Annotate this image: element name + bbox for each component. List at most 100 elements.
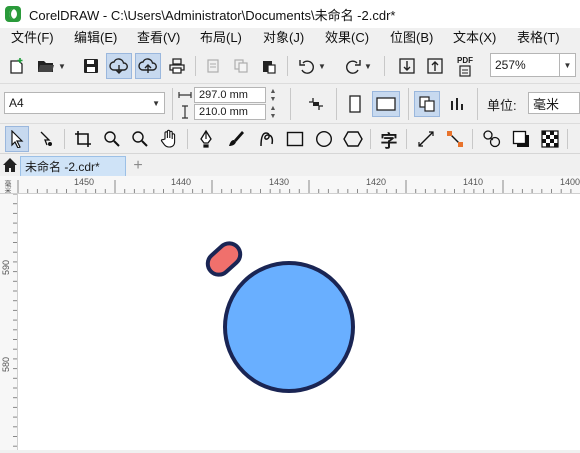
- pen-tool-button[interactable]: [193, 127, 219, 151]
- ruler-label: 1430: [269, 177, 290, 187]
- menu-file[interactable]: 文件(F): [11, 28, 54, 48]
- publish-pdf-button[interactable]: PDF: [452, 52, 478, 80]
- shape-tool-button[interactable]: [34, 127, 60, 151]
- text-tool-button[interactable]: 字: [377, 127, 401, 151]
- width-decrement-button[interactable]: ▼: [266, 95, 280, 103]
- current-page-icon: [451, 98, 463, 110]
- export-button[interactable]: [424, 54, 446, 78]
- save-button[interactable]: [80, 54, 102, 78]
- cloud-export-button[interactable]: [135, 53, 161, 79]
- print-icon: [169, 58, 185, 74]
- landscape-button[interactable]: [372, 91, 400, 117]
- canvas-artwork: [203, 239, 355, 393]
- red-pill-shape[interactable]: [203, 239, 244, 279]
- cut-button[interactable]: [202, 54, 224, 78]
- ruler-label: 1410: [463, 177, 484, 187]
- menu-bitmaps[interactable]: 位图(B): [390, 28, 433, 48]
- rectangle-tool-button[interactable]: [283, 127, 307, 151]
- welcome-screen-tab[interactable]: [0, 154, 20, 176]
- new-document-icon: [10, 58, 23, 74]
- polygon-tool-button[interactable]: [340, 127, 366, 151]
- paste-button[interactable]: [258, 54, 280, 78]
- print-button[interactable]: [165, 54, 189, 78]
- crop-icon: [75, 131, 91, 147]
- toolbar-separator: [336, 88, 337, 120]
- new-tab-button[interactable]: +: [128, 156, 148, 176]
- import-button[interactable]: [396, 54, 418, 78]
- menu-bar: 文件(F) 编辑(E) 查看(V) 布局(L) 对象(J) 效果(C) 位图(B…: [0, 28, 580, 48]
- pages-size-button[interactable]: [303, 92, 329, 116]
- all-pages-button[interactable]: [414, 91, 440, 117]
- toolbar-separator: [567, 129, 568, 149]
- blend-tool-button[interactable]: [479, 127, 505, 151]
- toolbar-separator: [477, 88, 478, 120]
- redo-button[interactable]: ▼: [340, 54, 376, 78]
- pick-tool-button[interactable]: [5, 126, 29, 152]
- checkerboard-icon: [541, 130, 559, 148]
- tab-document-label: 未命名 -2.cdr*: [25, 160, 100, 174]
- rectangle-icon: [286, 131, 304, 147]
- freehand-tool-button[interactable]: [253, 127, 279, 151]
- blue-circle-shape[interactable]: [223, 261, 355, 393]
- page-width-field[interactable]: 297.0 mm: [194, 87, 266, 103]
- toolbar-separator: [187, 129, 188, 149]
- page-height-value: 210.0 mm: [199, 106, 248, 118]
- zoom-out-tool-button[interactable]: [128, 127, 152, 151]
- transparency-tool-button[interactable]: [538, 127, 562, 151]
- zoom-tool-button[interactable]: [100, 127, 124, 151]
- drawing-canvas[interactable]: [18, 194, 580, 450]
- ruler-label: 1440: [171, 177, 192, 187]
- cut-icon: [207, 59, 219, 73]
- cloud-import-button[interactable]: [106, 53, 132, 79]
- horizontal-ruler[interactable]: 1450 1440 1430 1420 1410 1400 毫米: [0, 176, 580, 194]
- menu-layout[interactable]: 布局(L): [200, 28, 242, 48]
- open-document-button[interactable]: ▼: [34, 54, 68, 78]
- height-decrement-button[interactable]: ▼: [266, 112, 280, 120]
- ellipse-tool-button[interactable]: [312, 127, 336, 151]
- parallel-dimension-tool-button[interactable]: [414, 127, 438, 151]
- page-height-field[interactable]: 210.0 mm: [194, 104, 266, 120]
- ruler-units-label: 毫米: [4, 180, 11, 194]
- drop-shadow-tool-button[interactable]: [509, 127, 533, 151]
- menu-object[interactable]: 对象(J): [263, 28, 304, 48]
- chevron-down-icon: ▼: [563, 60, 572, 70]
- copy-button[interactable]: [230, 54, 252, 78]
- undo-icon: [299, 60, 315, 74]
- zoom-dropdown-button[interactable]: ▼: [560, 53, 576, 77]
- zoom-level-field[interactable]: 257%: [490, 53, 560, 77]
- width-increment-button[interactable]: ▲: [266, 87, 280, 95]
- window-title: CorelDRAW - C:\Users\Administrator\Docum…: [29, 7, 396, 23]
- menu-view[interactable]: 查看(V): [137, 28, 180, 48]
- toolbar-separator: [406, 129, 407, 149]
- height-increment-button[interactable]: ▲: [266, 104, 280, 112]
- pan-tool-button[interactable]: [156, 127, 182, 151]
- text-tool-icon: 字: [380, 131, 398, 151]
- hand-icon: [160, 129, 176, 148]
- folder-open-icon: [38, 61, 55, 72]
- vertical-ruler[interactable]: 590 580: [0, 194, 18, 450]
- connector-tool-button[interactable]: [443, 127, 467, 151]
- undo-button[interactable]: ▼: [294, 54, 330, 78]
- hexagon-icon: [343, 131, 363, 147]
- units-select[interactable]: 毫米: [528, 92, 580, 114]
- crop-tool-button[interactable]: [70, 127, 96, 151]
- new-document-button[interactable]: [6, 54, 28, 78]
- artistic-media-tool-button[interactable]: [223, 127, 249, 151]
- chevron-down-icon: ▼: [58, 61, 66, 71]
- pdf-icon: [459, 64, 471, 77]
- vertical-ruler-ticks: [13, 194, 17, 447]
- portrait-button[interactable]: [344, 92, 366, 116]
- menu-text[interactable]: 文本(X): [453, 28, 496, 48]
- toolbar-separator: [195, 56, 196, 76]
- menu-effects[interactable]: 效果(C): [325, 28, 369, 48]
- page-width-value: 297.0 mm: [199, 89, 248, 101]
- page-size-select[interactable]: A4 ▼: [4, 92, 165, 114]
- menu-edit[interactable]: 编辑(E): [74, 28, 117, 48]
- paste-icon: [263, 61, 276, 74]
- page-height-icon: [182, 105, 188, 119]
- import-icon: [399, 58, 415, 74]
- menu-table[interactable]: 表格(T): [517, 28, 560, 48]
- tab-document[interactable]: 未命名 -2.cdr*: [20, 156, 126, 176]
- current-page-button[interactable]: [446, 92, 470, 116]
- page-width-icon: [178, 92, 192, 98]
